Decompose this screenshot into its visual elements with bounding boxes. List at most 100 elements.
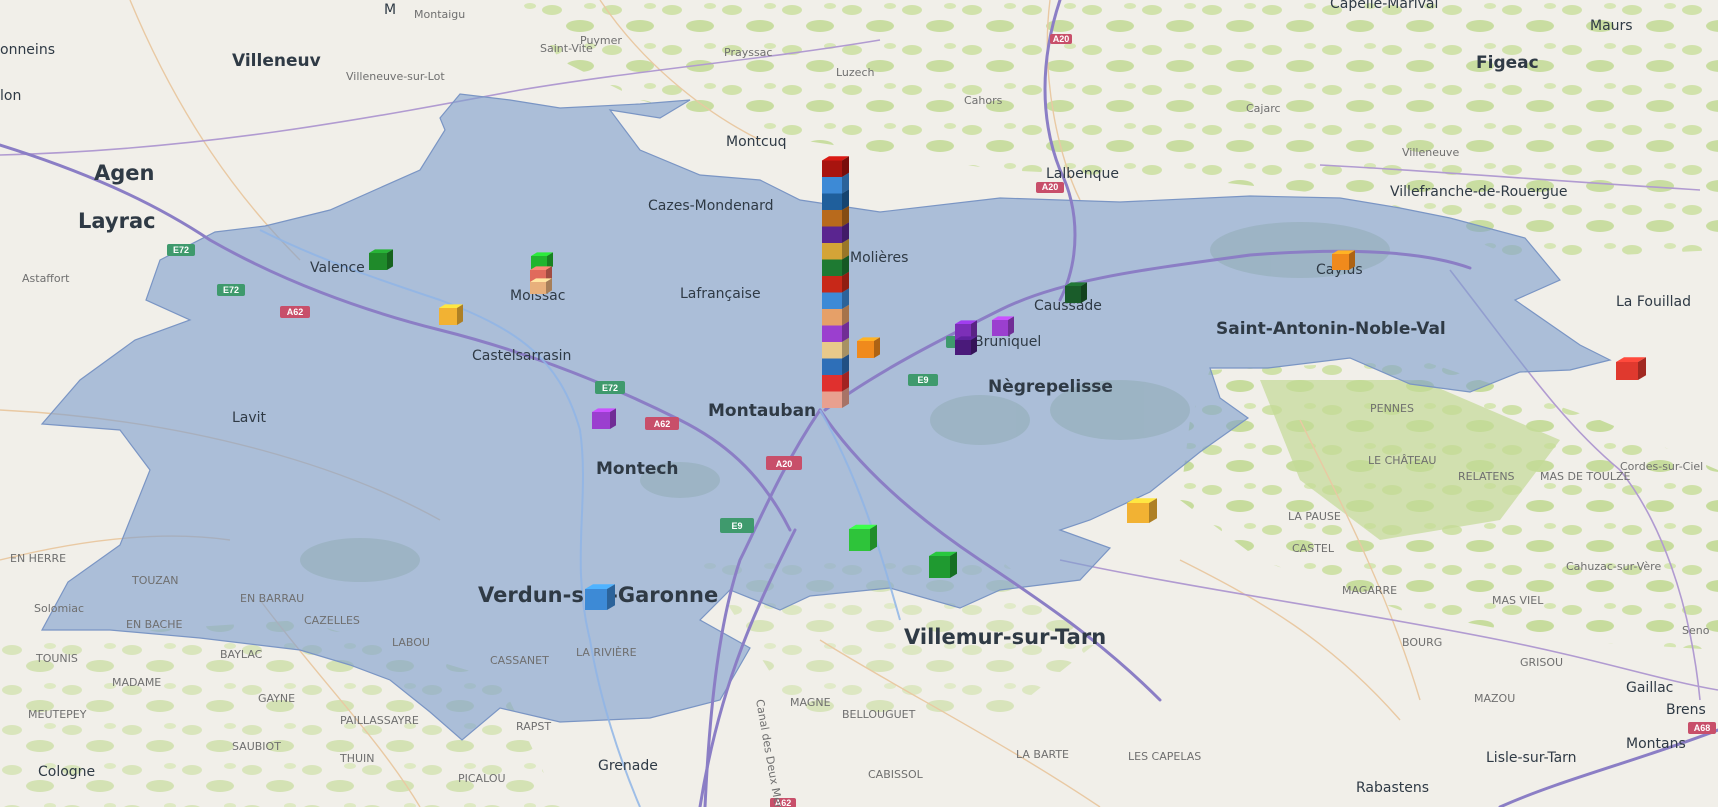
marker-cube[interactable] <box>530 278 552 294</box>
marker-cube[interactable] <box>439 304 463 325</box>
place-label: Cahuzac-sur-Vère <box>1566 560 1661 573</box>
place-label: Valence <box>310 260 365 276</box>
place-label: MEUTEPEY <box>28 708 87 721</box>
place-label: Molières <box>850 250 908 266</box>
marker-cube[interactable] <box>1616 357 1646 380</box>
place-label: PAILLASSAYRE <box>340 714 419 727</box>
place-label: MAGNE <box>790 696 831 709</box>
road-shield-label: E72 <box>602 383 618 393</box>
place-label: THUIN <box>339 752 375 765</box>
place-label: Lisle-sur-Tarn <box>1486 750 1577 766</box>
place-label: TOUZAN <box>131 574 179 587</box>
marker-cube[interactable] <box>1127 498 1157 523</box>
place-label: SAUBIOT <box>232 740 281 753</box>
map-3d-view[interactable]: E72 E72 A62 E72 A62 A20 E9 E9 E9 A20 A68… <box>0 0 1718 807</box>
place-label: Cazes-Mondenard <box>648 198 774 214</box>
place-label: Seno <box>1682 624 1710 637</box>
place-label: Cordes-sur-Ciel <box>1620 460 1703 473</box>
place-label: CABISSOL <box>868 768 924 781</box>
marker-cube[interactable] <box>857 337 880 358</box>
place-label: Montauban <box>708 401 816 421</box>
place-label: Lavit <box>232 410 267 426</box>
place-label: Nègrepelisse <box>988 377 1113 397</box>
place-label: EN HERRE <box>10 552 66 565</box>
place-label: LA RIVIÈRE <box>576 646 637 659</box>
place-label: MADAME <box>112 676 161 689</box>
marker-cube[interactable] <box>929 551 957 578</box>
place-label: LA BARTE <box>1016 748 1069 761</box>
road-shield-label: A20 <box>1042 182 1059 192</box>
place-label: BAYLAC <box>220 648 263 661</box>
place-label: Capelle-Marival <box>1330 0 1438 12</box>
road-shield-label: A62 <box>654 419 671 429</box>
place-label: La Fouillad <box>1616 294 1691 310</box>
road-shield-label: E72 <box>223 285 239 295</box>
road-shield-label: A20 <box>776 459 793 469</box>
place-label: Lafrançaise <box>680 286 761 302</box>
place-label: Villefranche-de-Rouergue <box>1390 184 1568 200</box>
road-shield-label: A62 <box>287 307 304 317</box>
place-label: GRISOU <box>1520 656 1563 669</box>
place-label: Agen <box>94 161 154 185</box>
place-label: EN BARRAU <box>240 592 304 605</box>
place-label: CASSANET <box>490 654 549 667</box>
road-shield-label: A68 <box>1694 723 1711 733</box>
place-label: Puymer <box>580 34 622 47</box>
place-label: LES CAPELAS <box>1128 750 1201 763</box>
place-label: LE CHÂTEAU <box>1368 454 1436 467</box>
place-label: MAZOU <box>1474 692 1515 705</box>
place-label: TOUNIS <box>35 652 78 665</box>
place-label: RAPST <box>516 720 551 733</box>
marker-cube[interactable] <box>592 408 616 429</box>
place-label: CASTEL <box>1292 542 1335 555</box>
place-label: Montaigu <box>414 8 465 21</box>
place-label: Cajarc <box>1246 102 1281 115</box>
place-label: Brens <box>1666 702 1706 718</box>
place-label: Bruniquel <box>974 334 1041 350</box>
place-label: MAGARRE <box>1342 584 1397 597</box>
place-label: Maurs <box>1590 18 1633 34</box>
place-label: Solomiac <box>34 602 84 615</box>
place-label: MAS DE TOULZE <box>1540 470 1631 483</box>
place-label: RELATENS <box>1458 470 1515 483</box>
road-shield-label: E9 <box>917 375 928 385</box>
place-label: PENNES <box>1370 402 1414 415</box>
place-label: BOURG <box>1402 636 1442 649</box>
place-label: Layrac <box>78 209 156 233</box>
place-label: Villemur-sur-Tarn <box>904 625 1106 649</box>
place-label: onneins <box>0 42 55 58</box>
place-label: CAZELLES <box>304 614 360 627</box>
place-label: M <box>384 2 396 18</box>
road-shield-label: A20 <box>1053 34 1070 44</box>
place-label: Gaillac <box>1626 680 1673 696</box>
place-label: Astaffort <box>22 272 70 285</box>
marker-cube[interactable] <box>1332 250 1355 270</box>
place-label: PICALOU <box>458 772 506 785</box>
marker-cube[interactable] <box>955 336 977 355</box>
place-label: Saint-Antonin-Noble-Val <box>1216 319 1446 339</box>
place-label: Figeac <box>1476 53 1539 73</box>
marker-cube[interactable] <box>1065 282 1087 303</box>
place-label: lon <box>0 88 21 104</box>
place-label: Montans <box>1626 736 1686 752</box>
place-label: Cologne <box>38 764 95 780</box>
place-label: Montech <box>596 459 679 479</box>
place-label: LABOU <box>392 636 430 649</box>
place-label: Prayssac <box>724 46 772 59</box>
place-label: Villeneuve <box>1402 146 1459 159</box>
place-label: EN BACHE <box>126 618 183 631</box>
place-label: Villeneuve-sur-Lot <box>346 70 445 83</box>
place-label: Castelsarrasin <box>472 348 571 364</box>
place-label: LA PAUSE <box>1288 510 1341 523</box>
place-label: Grenade <box>598 758 658 774</box>
marker-cube[interactable] <box>849 524 877 551</box>
place-label: Rabastens <box>1356 780 1429 796</box>
road-shield-label: E72 <box>173 245 189 255</box>
marker-cube[interactable] <box>585 584 615 610</box>
place-label: GAYNE <box>258 692 295 705</box>
marker-cube[interactable] <box>992 316 1014 336</box>
stacked-column-segment[interactable] <box>822 156 849 177</box>
place-label: Montcuq <box>726 134 786 150</box>
marker-cube[interactable] <box>369 249 393 270</box>
place-label: Luzech <box>836 66 874 79</box>
